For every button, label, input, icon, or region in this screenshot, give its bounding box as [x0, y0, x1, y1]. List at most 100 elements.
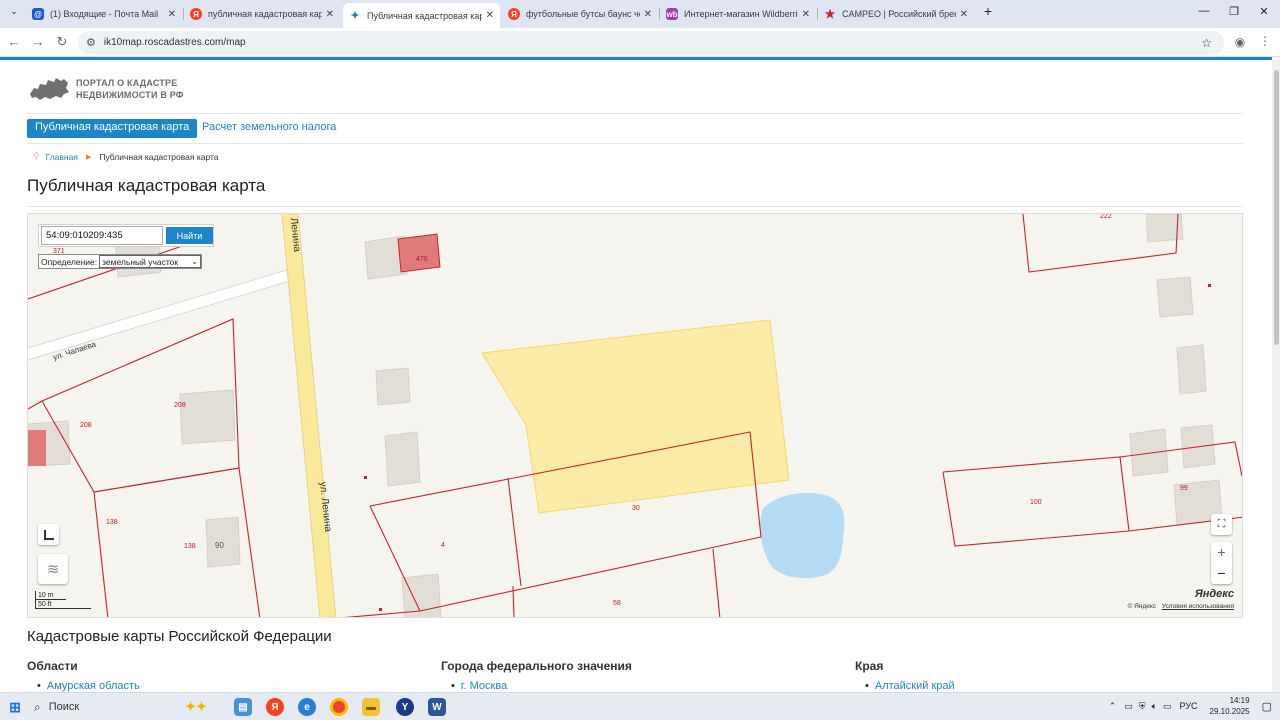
clock[interactable]: 14:19 29.10.2025 — [1210, 695, 1250, 717]
map-copyright: © Яндекс Условия использования — [1128, 603, 1234, 610]
yandex-music-icon[interactable]: Y — [396, 698, 414, 716]
parcel-label: 476 — [416, 256, 428, 263]
volume-icon[interactable]: 🔈︎ — [1152, 701, 1157, 712]
parcel-476-building[interactable] — [397, 233, 441, 273]
language-indicator[interactable]: РУС — [1180, 701, 1198, 711]
breadcrumb-home-link[interactable]: Главная — [46, 152, 78, 162]
window-close-icon[interactable]: ✕ — [1254, 5, 1274, 18]
tab-search-chevron-icon[interactable]: ⌄ — [4, 6, 24, 17]
browser-tab-football-boots[interactable]: Я футбольные бутсы баунс черн ✕ — [502, 3, 658, 25]
parcel-label: 222 — [1100, 214, 1112, 220]
cadastral-number-input[interactable] — [41, 226, 163, 245]
scale-feet: 50 ft — [35, 600, 91, 609]
logo-text: ПОРТАЛ О КАДАСТРЕ НЕДВИЖИМОСТИ В РФ — [76, 77, 184, 101]
vpn-icon[interactable]: ⛨ — [1139, 701, 1146, 712]
ruler-icon — [43, 529, 54, 540]
search-icon: ⌕ — [34, 699, 41, 714]
browser-tab-cadastral-map[interactable]: ✦ Публичная кадастровая карта ✕ — [343, 3, 500, 28]
edge-icon[interactable]: e — [298, 698, 316, 716]
nav-public-cadastral-map[interactable]: Публичная кадастровая карта — [27, 119, 198, 138]
mail-icon: @ — [32, 8, 44, 20]
city-link[interactable]: г. Москва — [451, 680, 507, 692]
menu-kebab-icon[interactable]: ⋮ — [1256, 34, 1274, 48]
forward-icon[interactable]: → — [29, 34, 47, 49]
browser-tab-strip: ⌄ @ (1) Входящие - Почта Mail ✕ Я публич… — [0, 0, 1280, 28]
close-icon[interactable]: ✕ — [644, 9, 652, 20]
url-text: ik10map.roscadastres.com/map — [103, 37, 246, 48]
browser-tab-mail[interactable]: @ (1) Входящие - Почта Mail ✕ — [26, 3, 182, 25]
address-bar[interactable]: ⚙ ik10map.roscadastres.com/map ☆ — [78, 31, 1224, 54]
scrollbar-thumb[interactable] — [1274, 70, 1279, 345]
profile-icon[interactable]: ◉ — [1231, 35, 1249, 49]
reload-icon[interactable]: ↻ — [53, 34, 71, 50]
terms-of-use-link[interactable]: Условия использования — [1162, 603, 1234, 610]
close-icon[interactable]: ✕ — [960, 9, 968, 20]
chrome-icon[interactable] — [330, 698, 348, 716]
point-marker — [364, 476, 367, 479]
notification-icon[interactable]: ▢ — [1262, 700, 1272, 713]
browser-tab-wildberries[interactable]: wb Интернет-магазин Wildberries ✕ — [660, 3, 816, 25]
zoom-in-button[interactable]: + — [1217, 542, 1225, 563]
parcel-label: 58 — [613, 600, 621, 607]
roscadastre-icon: ✦ — [349, 9, 361, 22]
street-chapaeva — [28, 267, 295, 361]
minimize-icon[interactable]: — — [1194, 5, 1214, 17]
point-marker — [1208, 284, 1211, 287]
definition-select[interactable]: земельный участок ⌄ — [99, 255, 201, 268]
layers-button[interactable]: ≋ — [38, 554, 68, 584]
wildberries-icon: wb — [666, 8, 678, 20]
divider — [27, 143, 1243, 144]
pond — [759, 492, 845, 579]
selected-parcel-highlight[interactable] — [481, 319, 790, 514]
location-pin-icon: ⚲ — [33, 151, 40, 161]
russia-map-logo-icon — [30, 78, 69, 100]
divider — [27, 113, 1243, 114]
site-logo[interactable]: ПОРТАЛ О КАДАСТРЕ НЕДВИЖИМОСТИ В РФ — [28, 74, 184, 104]
breadcrumb-current: Публичная кадастровая карта — [99, 151, 219, 162]
find-button[interactable]: Найти — [166, 227, 213, 244]
parcel-label: 138 — [106, 519, 118, 526]
zoom-out-button[interactable]: − — [1217, 563, 1225, 584]
regions-title: Кадастровые карты Российской Федерации — [27, 628, 332, 645]
browser-tab-yandex-search[interactable]: Я публичная кадастровая карта ✕ — [184, 3, 340, 25]
windows-start-icon[interactable]: ⊞ — [6, 698, 24, 716]
street-lenina — [282, 214, 336, 617]
zoom-control: + − — [1211, 542, 1232, 584]
close-icon[interactable]: ✕ — [802, 9, 810, 20]
close-icon[interactable]: ✕ — [326, 9, 334, 20]
file-explorer-icon[interactable]: ▬ — [362, 698, 380, 716]
breadcrumb-arrow-icon: ▶ — [85, 153, 92, 161]
nav-land-tax-calculation[interactable]: Расчет земельного налога — [202, 121, 336, 133]
widgets-icon[interactable]: ✦✦ — [178, 698, 214, 716]
back-icon[interactable]: ← — [5, 34, 23, 49]
definition-label: Определение: — [41, 256, 98, 267]
close-icon[interactable]: ✕ — [168, 9, 176, 20]
cadastral-search-box: Найти — [38, 224, 214, 247]
site-info-icon[interactable]: ⚙ — [86, 36, 96, 49]
star-icon: ★ — [824, 7, 836, 21]
word-icon[interactable]: W — [428, 698, 446, 716]
browser-tab-campeo[interactable]: ★ CAMPEO | Российский бренд с ✕ — [818, 3, 974, 25]
yandex-browser-icon[interactable]: Я — [266, 698, 284, 716]
battery-icon[interactable]: ▭ — [1163, 701, 1172, 712]
krai-link[interactable]: Алтайский край — [865, 680, 955, 692]
yandex-logo[interactable]: Яндекс — [1195, 588, 1234, 600]
network-icon[interactable]: ▭ — [1124, 701, 1133, 712]
taskbar-search[interactable]: ⌕ Поиск — [34, 697, 168, 717]
map-canvas[interactable]: 371 476 208 208 138 138 4 30 58 100 99 2… — [28, 214, 1243, 618]
restore-icon[interactable]: ❐ — [1224, 5, 1244, 18]
logo-line-2: НЕДВИЖИМОСТИ В РФ — [76, 90, 184, 100]
region-link[interactable]: Амурская область — [37, 680, 140, 692]
bookmark-star-icon[interactable]: ☆ — [1201, 36, 1212, 50]
definition-select-value: земельный участок — [102, 256, 179, 267]
windows-taskbar: ⊞ ⌕ Поиск ✦✦ ▤ Я e ▬ Y W ⌃ ▭ ⛨ 🔈︎ ▭ РУС … — [0, 692, 1280, 720]
page-scrollbar[interactable] — [1272, 60, 1280, 692]
fullscreen-button[interactable]: ⛶ — [1211, 514, 1232, 535]
new-tab-button[interactable]: + — [978, 3, 998, 19]
ruler-tool-button[interactable] — [38, 524, 59, 545]
close-icon[interactable]: ✕ — [486, 10, 494, 21]
chevron-up-icon[interactable]: ⌃ — [1109, 701, 1117, 712]
cadastral-map[interactable]: 371 476 208 208 138 138 4 30 58 100 99 2… — [27, 213, 1243, 618]
parcel-edge-building — [28, 430, 46, 466]
file-stack-icon[interactable]: ▤ — [234, 698, 252, 716]
